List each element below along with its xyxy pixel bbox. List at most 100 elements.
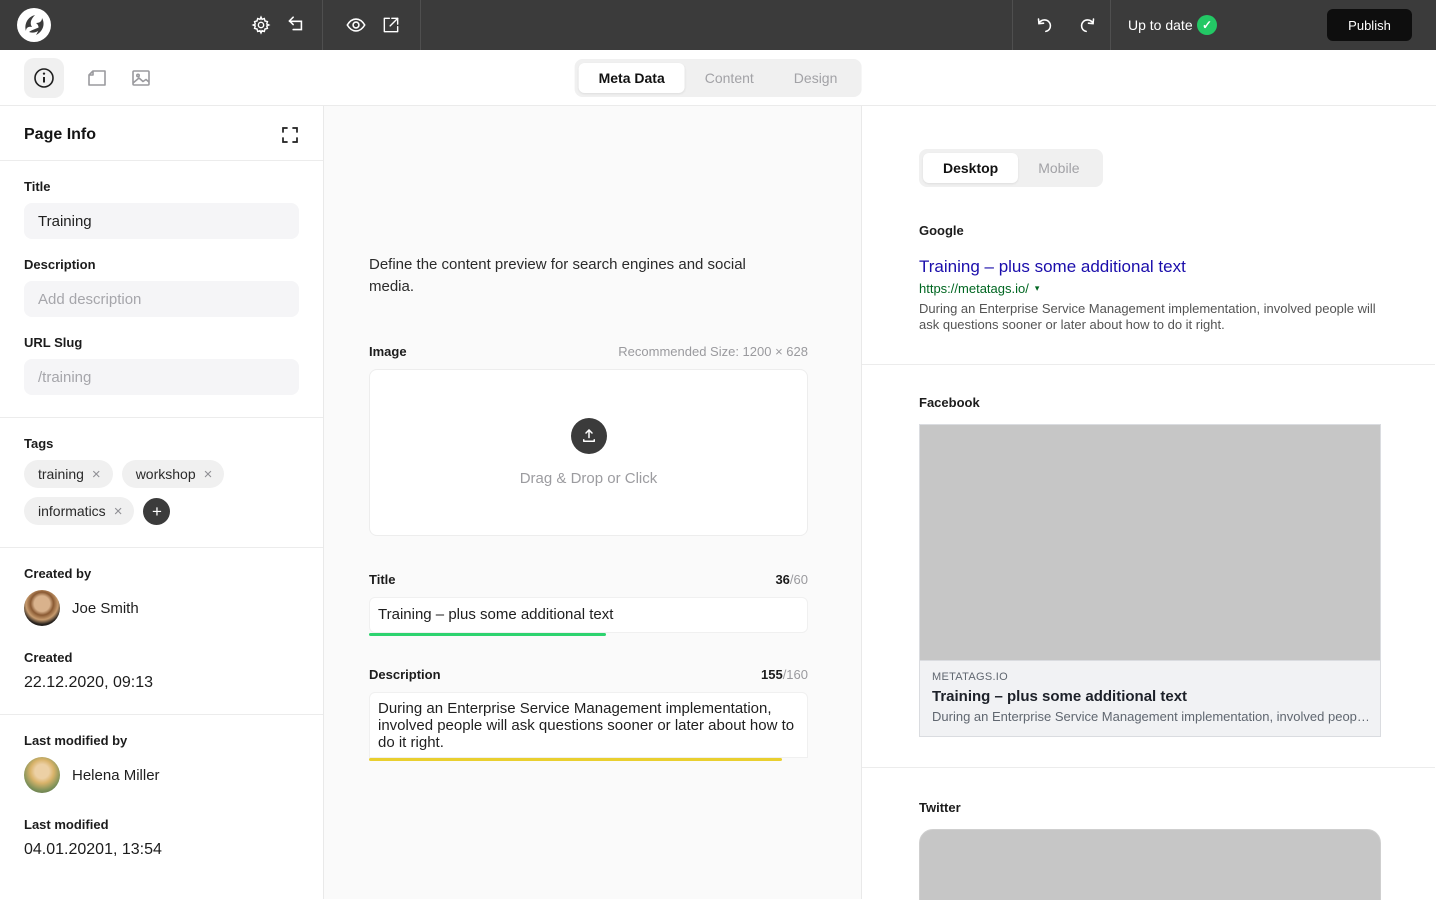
device-tabs: Desktop Mobile — [919, 149, 1103, 187]
title-length-indicator — [369, 633, 606, 636]
meta-description-input[interactable]: During an Enterprise Service Management … — [369, 692, 808, 758]
image-dropzone[interactable]: Drag & Drop or Click — [369, 369, 808, 536]
sidebar-modified-section: Last modified by Helena Miller Last modi… — [0, 714, 323, 881]
redo-icon[interactable] — [1074, 11, 1102, 39]
remove-tag-icon[interactable]: × — [204, 467, 213, 482]
open-external-icon[interactable] — [377, 11, 405, 39]
tag-label: workshop — [136, 466, 196, 482]
page-info-panel-button[interactable] — [24, 58, 64, 98]
meta-description-label: Description — [369, 667, 441, 682]
add-tag-button[interactable]: + — [143, 498, 170, 525]
google-result-description: During an Enterprise Service Management … — [919, 301, 1381, 334]
description-char-count: 155 — [761, 667, 783, 682]
tags-label: Tags — [24, 436, 299, 451]
dropdown-arrow-icon[interactable]: ▾ — [1035, 283, 1040, 294]
publish-button[interactable]: Publish — [1327, 9, 1412, 41]
toolbar-divider — [420, 0, 421, 50]
toolbar-divider — [1012, 0, 1013, 50]
avatar — [24, 757, 60, 793]
tag-label: informatics — [38, 503, 106, 519]
title-char-count: 36 — [775, 572, 789, 587]
facebook-description: During an Enterprise Service Management … — [932, 709, 1368, 724]
google-section-label: Google — [919, 223, 1381, 238]
created-by-name: Joe Smith — [72, 600, 139, 617]
facebook-domain: METATAGS.IO — [932, 671, 1368, 683]
title-input[interactable] — [24, 203, 299, 239]
tags-list: training × workshop × informatics × + — [24, 460, 299, 525]
description-field-header: Description 155/160 — [369, 667, 808, 682]
tab-design[interactable]: Design — [774, 63, 858, 93]
app-logo-icon[interactable] — [16, 7, 52, 43]
toolbar-divider — [1110, 0, 1111, 50]
undo-icon[interactable] — [1030, 11, 1058, 39]
twitter-image-placeholder — [919, 829, 1381, 900]
sidebar-header: Page Info — [0, 106, 323, 160]
tab-meta-data[interactable]: Meta Data — [579, 63, 685, 93]
image-field-header: Image Recommended Size: 1200 × 628 — [369, 344, 808, 359]
meta-editor-column: Define the content preview for search en… — [324, 106, 862, 899]
expand-icon[interactable] — [281, 126, 299, 144]
sync-check-icon: ✓ — [1197, 15, 1217, 35]
description-field-label: Description — [24, 257, 299, 272]
remove-tag-icon[interactable]: × — [92, 467, 101, 482]
meta-title-field: Title 36/60 — [369, 572, 808, 636]
tag-label: training — [38, 466, 84, 482]
title-field-label: Title — [24, 179, 299, 194]
tab-content[interactable]: Content — [685, 63, 774, 93]
preview-eye-icon[interactable] — [342, 11, 370, 39]
title-char-max: /60 — [790, 572, 808, 587]
tab-desktop[interactable]: Desktop — [923, 153, 1018, 183]
sidebar-title: Page Info — [24, 126, 96, 144]
meta-title-label: Title — [369, 572, 396, 587]
content-mode-tabs: Meta Data Content Design — [575, 59, 862, 97]
tag-training[interactable]: training × — [24, 460, 113, 488]
sidebar-created-section: Created by Joe Smith Created 22.12.2020,… — [0, 547, 323, 714]
revert-back-icon[interactable] — [281, 11, 309, 39]
google-preview: Google Training – plus some additional t… — [919, 223, 1381, 364]
avatar — [24, 590, 60, 626]
tag-workshop[interactable]: workshop × — [122, 460, 225, 488]
page-panel-button[interactable] — [77, 58, 117, 98]
tag-informatics[interactable]: informatics × — [24, 497, 134, 525]
description-input[interactable] — [24, 281, 299, 317]
created-date: 22.12.2020, 09:13 — [24, 674, 299, 692]
tab-mobile[interactable]: Mobile — [1018, 153, 1099, 183]
facebook-card: METATAGS.IO Training – plus some additio… — [919, 424, 1381, 737]
modified-date: 04.01.20201, 13:54 — [24, 841, 299, 859]
url-slug-field-label: URL Slug — [24, 335, 299, 350]
settings-gear-icon[interactable] — [247, 11, 275, 39]
modified-label: Last modified — [24, 817, 299, 832]
facebook-preview: Facebook METATAGS.IO Training – plus som… — [862, 365, 1435, 767]
editor-intro-text: Define the content preview for search en… — [369, 254, 779, 298]
sidebar-tags-section: Tags training × workshop × informatics ×… — [0, 417, 323, 547]
image-size-hint: Recommended Size: 1200 × 628 — [618, 344, 808, 359]
twitter-preview: Twitter — [862, 768, 1435, 900]
facebook-section-label: Facebook — [919, 395, 1381, 410]
url-slug-input[interactable] — [24, 359, 299, 395]
toolbar-divider — [322, 0, 323, 50]
meta-title-input[interactable] — [369, 597, 808, 633]
modified-by-label: Last modified by — [24, 733, 299, 748]
sync-status-text: Up to date — [1128, 0, 1193, 50]
facebook-image-placeholder — [920, 425, 1380, 661]
remove-tag-icon[interactable]: × — [114, 504, 123, 519]
google-url-text: https://metatags.io/ — [919, 281, 1029, 296]
image-panel-button[interactable] — [121, 58, 161, 98]
upload-icon — [571, 418, 607, 454]
twitter-section-label: Twitter — [919, 800, 1381, 815]
modified-by-person: Helena Miller — [24, 757, 299, 793]
page-info-sidebar: Page Info Title Description URL Slug Tag… — [0, 106, 324, 899]
sidebar-fields-section: Title Description URL Slug — [0, 160, 323, 417]
facebook-card-meta: METATAGS.IO Training – plus some additio… — [920, 661, 1380, 736]
meta-description-field: Description 155/160 During an Enterprise… — [369, 667, 808, 761]
editor-toolbar: Meta Data Content Design — [0, 50, 1436, 106]
preview-column: Desktop Mobile Google Training – plus so… — [862, 106, 1435, 899]
title-field-header: Title 36/60 — [369, 572, 808, 587]
created-label: Created — [24, 650, 299, 665]
main-content: Page Info Title Description URL Slug Tag… — [0, 106, 1436, 899]
google-result-title[interactable]: Training – plus some additional text — [919, 257, 1381, 277]
image-label: Image — [369, 344, 407, 359]
modified-by-name: Helena Miller — [72, 767, 160, 784]
dropzone-text: Drag & Drop or Click — [520, 470, 658, 487]
description-char-counter: 155/160 — [761, 667, 808, 682]
